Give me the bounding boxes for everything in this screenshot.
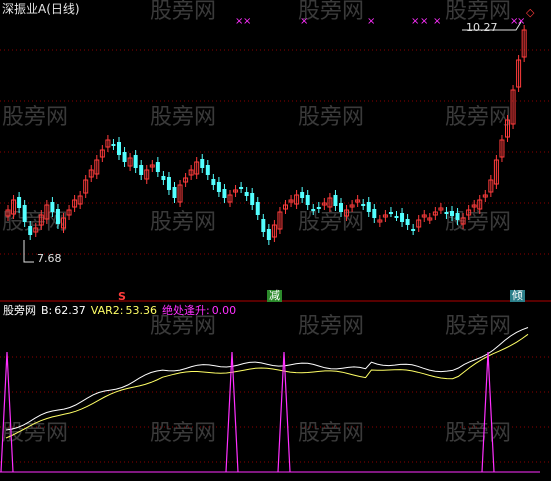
signal-x-marker: × xyxy=(243,16,251,27)
candle-body xyxy=(111,144,116,146)
watermark: 股旁网 xyxy=(298,314,364,339)
kline-chart-window[interactable]: 股旁网 股旁网 股旁网 股旁网 股旁网 股旁网 股旁网 股旁网 股旁网 股旁网 股旁网 股旁网 股旁网股… xyxy=(0,0,551,477)
indicator-legend: 股旁网 B: 62.37 VAR2: 53.36 绝处逢升: 0.00 xyxy=(3,304,241,317)
candle-body xyxy=(450,211,454,216)
watermark: 股旁网 xyxy=(2,105,68,130)
candle-body xyxy=(133,155,138,168)
candle-body xyxy=(172,187,177,198)
candle-body xyxy=(55,209,60,224)
jian-signal-badge: 减 xyxy=(267,289,282,302)
candle-body xyxy=(455,213,460,220)
var2-value: 53.36 xyxy=(125,304,157,317)
signal-spike xyxy=(225,351,239,473)
candle-body xyxy=(266,229,271,240)
candle-body xyxy=(161,176,166,180)
candle-body xyxy=(361,204,366,206)
watermark: 股旁网 xyxy=(150,421,216,446)
watermark: 股旁网 xyxy=(445,105,511,130)
indicator-name: 股旁网 xyxy=(3,304,36,317)
signal-x-marker: × xyxy=(411,16,419,27)
candle-body xyxy=(444,212,449,214)
kline-chart-canvas[interactable]: 股旁网 股旁网 股旁网股旁网 股旁网 股旁网 股旁网股旁网 股旁网 股旁网 股旁网股旁网 股旁网股… xyxy=(0,0,551,477)
low-pointer xyxy=(23,240,34,263)
b-value: 62.37 xyxy=(54,304,86,317)
signal-spike xyxy=(481,351,495,473)
watermark: 股旁网 xyxy=(445,210,511,235)
candle-body xyxy=(155,162,160,172)
candle-body xyxy=(50,202,55,212)
watermark: 股旁网 xyxy=(298,210,364,235)
candle-body xyxy=(117,142,121,155)
candle-body xyxy=(211,179,216,185)
signal-label: 绝处逢升: xyxy=(161,304,210,317)
watermark: 股旁网 xyxy=(150,210,216,235)
candle-body xyxy=(200,159,205,168)
candle-body xyxy=(372,209,377,218)
watermark: 股旁网 xyxy=(445,314,511,339)
candle-body xyxy=(122,152,127,162)
candle-body xyxy=(216,182,221,192)
candle-body xyxy=(411,229,416,231)
signal-value: 0.00 xyxy=(211,304,237,317)
signal-x-marker: × xyxy=(300,16,308,27)
diamond-marker: ◇ xyxy=(526,6,535,19)
candle-body xyxy=(205,165,210,175)
candle-body xyxy=(400,213,405,222)
candle-body xyxy=(311,209,316,211)
ting-signal-badge: 倾 xyxy=(510,289,525,302)
candle-body xyxy=(250,193,255,205)
candle-body xyxy=(333,195,338,206)
watermark: 股旁网 xyxy=(150,105,216,130)
chart-title: 深振业A(日线) xyxy=(2,2,80,16)
candle-body xyxy=(255,202,260,215)
signal-x-marker: × xyxy=(367,16,375,27)
candle-body xyxy=(394,216,399,218)
candle-body xyxy=(139,165,144,175)
candle-body xyxy=(300,192,305,198)
b-label: B: xyxy=(41,304,53,317)
candle-body xyxy=(166,177,171,190)
candle-body xyxy=(305,195,310,205)
high-price-label: 10.27 xyxy=(466,21,498,34)
candle-body xyxy=(366,202,371,212)
watermark: 股旁网 xyxy=(445,421,511,446)
candle-body xyxy=(405,219,410,225)
watermark: 股旁网 xyxy=(298,421,364,446)
signal-x-marker: × xyxy=(420,16,428,27)
candle-body xyxy=(222,189,227,198)
candle-body xyxy=(17,197,22,208)
candle-body xyxy=(244,192,249,196)
var2-label: VAR2: xyxy=(90,304,124,317)
sell-signal-s: S xyxy=(118,290,126,303)
candle-body xyxy=(22,205,27,222)
low-price-label: 7.68 xyxy=(37,252,62,265)
watermark: 股旁网 xyxy=(298,105,364,130)
candle-body xyxy=(316,207,321,209)
candle-body xyxy=(388,212,393,214)
signal-spike xyxy=(0,351,14,473)
watermark: 股旁网 xyxy=(150,0,216,24)
candle-body xyxy=(339,203,343,212)
signal-x-marker: × xyxy=(433,16,441,27)
watermark: 股旁网 xyxy=(150,314,216,339)
candle-body xyxy=(239,187,244,189)
candle-body xyxy=(28,226,33,235)
candle-body xyxy=(261,219,266,232)
